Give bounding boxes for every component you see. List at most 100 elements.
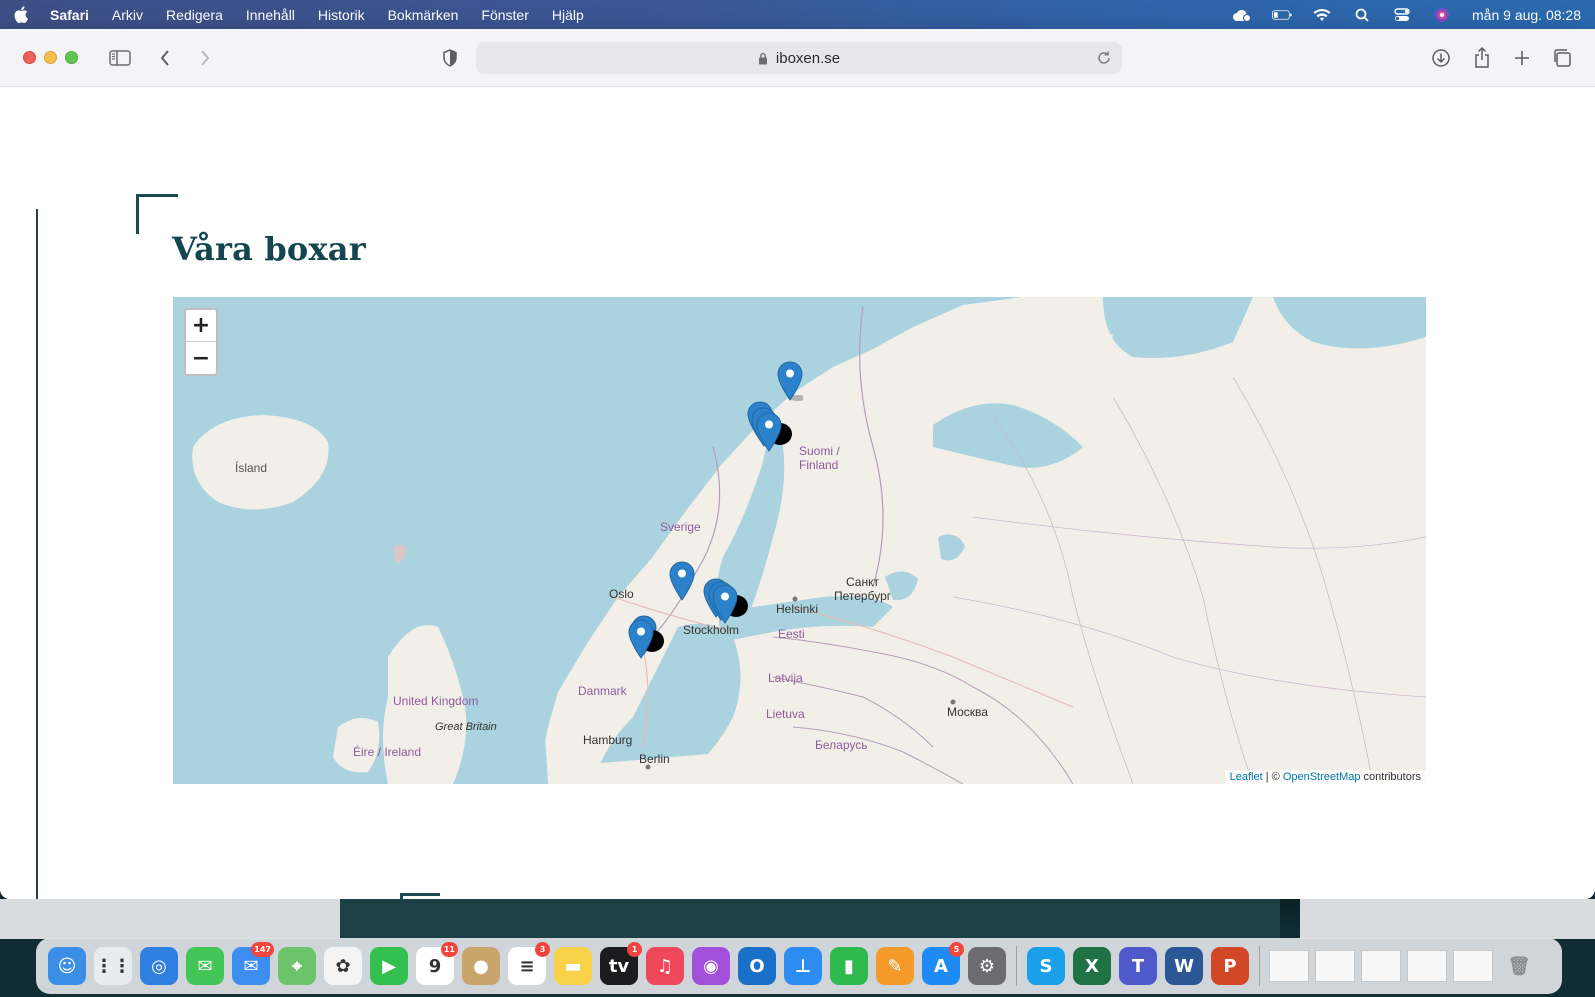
map-label-island: Ísland — [235, 461, 268, 475]
menu-innehall[interactable]: Innehåll — [246, 7, 295, 23]
powerpoint-app-icon[interactable]: P — [1211, 947, 1249, 985]
facetime-app-icon[interactable]: ▶ — [370, 947, 408, 985]
map-marker[interactable] — [777, 361, 803, 401]
menu-clock[interactable]: mån 9 aug. 08:28 — [1472, 7, 1581, 23]
minimized-window-thumbnail[interactable] — [1453, 950, 1493, 982]
map-label-lietuva: Lietuva — [766, 707, 805, 721]
battery-icon[interactable] — [1272, 7, 1292, 23]
map-label-great-britain: Great Britain — [435, 721, 497, 733]
map-label-spb-2: Петербург — [834, 589, 892, 603]
fullscreen-window-button[interactable] — [65, 51, 78, 64]
dock-separator — [1259, 946, 1260, 986]
apple-icon[interactable] — [14, 6, 30, 24]
map-label-hamburg: Hamburg — [583, 733, 633, 747]
map-attribution: Leaflet | © OpenStreetMap contributors — [1224, 770, 1426, 784]
music-app-icon[interactable]: ♫ — [646, 947, 684, 985]
map-label-suomi: Suomi / — [799, 444, 840, 458]
notification-badge: 1 — [627, 942, 642, 957]
map-marker[interactable] — [712, 584, 756, 624]
zoom-in-button[interactable]: + — [186, 310, 216, 342]
forward-icon[interactable] — [192, 45, 218, 71]
background-window — [0, 899, 340, 939]
photos-app-icon[interactable]: ✿ — [324, 947, 362, 985]
url-text: iboxen.se — [775, 49, 841, 67]
appstore-app-icon[interactable]: A5 — [922, 942, 964, 985]
reminders-app-icon[interactable]: ≡ 3 — [508, 942, 550, 985]
background-window — [1300, 899, 1595, 939]
notification-badge: 147 — [251, 942, 274, 957]
tv-app-icon[interactable]: tv 1 — [600, 942, 642, 985]
downloads-icon[interactable] — [1428, 45, 1454, 71]
teams-app-icon[interactable]: T — [1119, 947, 1157, 985]
map-marker[interactable] — [669, 561, 695, 601]
creative-cloud-icon[interactable] — [1232, 7, 1252, 23]
messages-app-icon[interactable]: ✉ — [186, 947, 224, 985]
outlook-app-icon[interactable]: O — [738, 947, 776, 985]
map-marker[interactable] — [628, 619, 672, 659]
sidebar-toggle-icon[interactable] — [107, 45, 133, 71]
systemprefs-app-icon[interactable]: ⚙ — [968, 947, 1006, 985]
window-controls — [23, 51, 78, 64]
menu-fonster[interactable]: Fönster — [481, 7, 528, 23]
minimized-window-thumbnail[interactable] — [1407, 950, 1447, 982]
contacts-app-icon[interactable]: ● — [462, 947, 500, 985]
leaflet-link[interactable]: Leaflet — [1230, 771, 1263, 783]
zoom-out-button[interactable]: − — [186, 342, 216, 374]
safari-window: iboxen.se Våra boxar Ísland Suomi / Finl… — [0, 29, 1595, 899]
map-label-sverige: Sverige — [660, 520, 701, 534]
menu-hjalp[interactable]: Hjälp — [552, 7, 584, 23]
word-app-icon[interactable]: W — [1165, 947, 1203, 985]
tab-overview-icon[interactable] — [1549, 45, 1575, 71]
siri-icon[interactable] — [1432, 7, 1452, 23]
map-marker[interactable] — [756, 412, 800, 452]
map-label-danmark: Danmark — [578, 684, 627, 698]
minimized-window-thumbnail[interactable] — [1269, 950, 1309, 982]
safari-app-icon[interactable]: ◎ — [140, 947, 178, 985]
boxes-map[interactable]: Ísland Suomi / Finland Sverige Oslo Stoc… — [173, 297, 1426, 784]
trash-icon[interactable]: 🗑 — [1500, 947, 1538, 985]
numbers-app-icon[interactable]: ▮ — [830, 947, 868, 985]
control-center-icon[interactable] — [1392, 7, 1412, 23]
calendar-app-icon[interactable]: 9 11 — [416, 942, 458, 985]
excel-app-icon[interactable]: X — [1073, 947, 1111, 985]
mail-app-icon[interactable]: ✉ 147 — [232, 942, 274, 985]
lock-icon — [758, 51, 770, 65]
notes-app-icon[interactable]: ▬ — [554, 947, 592, 985]
skype-app-icon[interactable]: S — [1027, 947, 1065, 985]
share-icon[interactable] — [1469, 45, 1495, 71]
minimized-window-thumbnail[interactable] — [1315, 950, 1355, 982]
map-label-moskva: Москва — [947, 705, 988, 719]
close-window-button[interactable] — [23, 51, 36, 64]
notification-badge: 3 — [535, 942, 550, 957]
pages-app-icon[interactable]: ✎ — [876, 947, 914, 985]
attribution-suffix: contributors — [1360, 771, 1421, 783]
finder-app-icon[interactable]: ☺ — [48, 947, 86, 985]
status-area: mån 9 aug. 08:28 — [1232, 7, 1581, 23]
menu-historik[interactable]: Historik — [318, 7, 365, 23]
reload-icon[interactable] — [1096, 50, 1112, 66]
minimize-window-button[interactable] — [44, 51, 57, 64]
podcasts-app-icon[interactable]: ◉ — [692, 947, 730, 985]
spotlight-search-icon[interactable] — [1352, 7, 1372, 23]
new-tab-icon[interactable] — [1509, 45, 1535, 71]
launchpad-app-icon[interactable]: ⋮⋮ — [94, 947, 132, 985]
left-rule — [36, 209, 38, 899]
web-page: Våra boxar Ísland Suomi / Finland Sverig… — [0, 88, 1595, 899]
back-icon[interactable] — [152, 45, 178, 71]
minimized-window-thumbnail[interactable] — [1361, 950, 1401, 982]
menu-bokmarken[interactable]: Bokmärken — [388, 7, 459, 23]
map-label-uk: United Kingdom — [393, 694, 479, 708]
privacy-shield-icon[interactable] — [437, 45, 463, 71]
notification-badge: 5 — [949, 942, 964, 957]
menu-redigera[interactable]: Redigera — [166, 7, 223, 23]
menu-arkiv[interactable]: Arkiv — [112, 7, 143, 23]
keynote-app-icon[interactable]: ⊥ — [784, 947, 822, 985]
map-label-latvija: Latvija — [768, 671, 803, 685]
page-title: Våra boxar — [172, 230, 366, 268]
notification-badge: 11 — [440, 942, 458, 957]
menu-app-name[interactable]: Safari — [50, 7, 89, 23]
address-bar[interactable]: iboxen.se — [476, 42, 1122, 74]
wifi-icon[interactable] — [1312, 7, 1332, 23]
maps-app-icon[interactable]: ⌖ — [278, 947, 316, 985]
openstreetmap-link[interactable]: OpenStreetMap — [1283, 771, 1361, 783]
